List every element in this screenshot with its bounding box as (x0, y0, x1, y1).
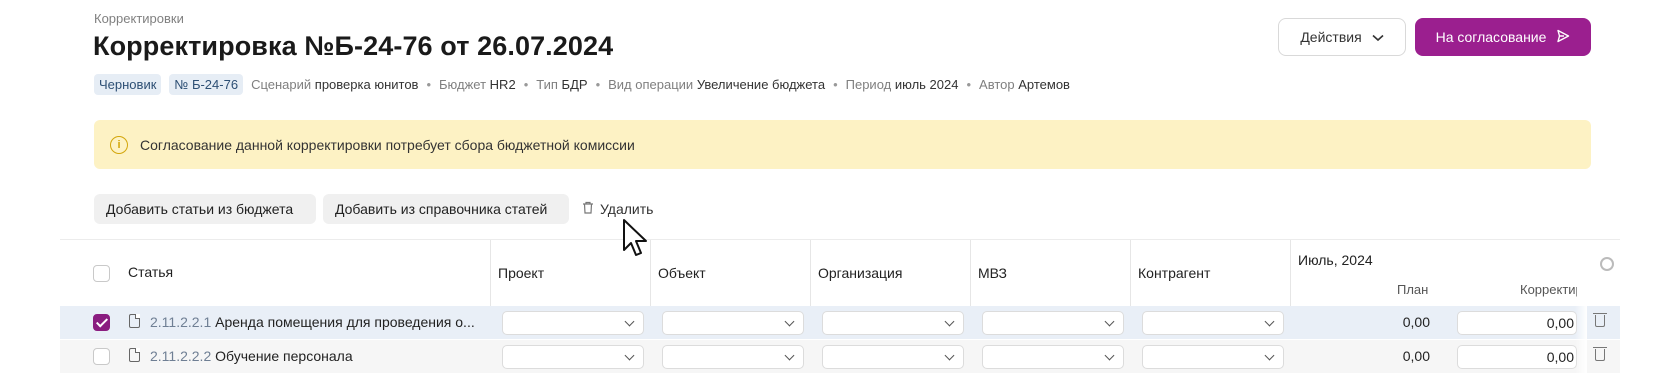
scroll-fade (1575, 299, 1587, 373)
warning-alert: i Согласование данной корректировки потр… (94, 120, 1591, 169)
chevron-down-icon (624, 350, 635, 361)
mvz-select[interactable] (982, 311, 1124, 335)
counterparty-select[interactable] (1142, 345, 1284, 369)
info-icon: i (110, 135, 128, 154)
col-item[interactable]: Статья (128, 264, 173, 280)
meta-operation: Вид операции Увеличение бюджета (608, 76, 826, 92)
document-icon (129, 314, 140, 328)
document-icon (129, 348, 140, 362)
table-row[interactable]: 2.11.2.2.1 Аренда помещения для проведен… (60, 306, 1620, 339)
alert-text: Согласование данной корректировки потреб… (140, 136, 635, 153)
counterparty-select[interactable] (1142, 311, 1284, 335)
select-all-checkbox[interactable] (93, 265, 110, 282)
add-from-catalog-label: Добавить из справочника статей (335, 201, 548, 217)
chevron-down-icon (1264, 316, 1275, 327)
chevron-down-icon (784, 350, 795, 361)
col-object[interactable]: Объект (658, 265, 706, 281)
col-project[interactable]: Проект (498, 265, 544, 281)
col-counterparty[interactable]: Контрагент (1138, 265, 1210, 281)
plan-value: 0,00 (1402, 314, 1430, 330)
row-item: 2.11.2.2.1 Аренда помещения для проведен… (150, 314, 475, 330)
meta-scenario: Сценарий проверка юнитов (251, 76, 419, 92)
table-row[interactable]: 2.11.2.2.2 Обучение персонала 0,00 0,00 (60, 340, 1620, 373)
trash-icon (582, 201, 594, 217)
trash-icon[interactable] (1593, 347, 1607, 361)
table-header: Статья Проект Объект Организация МВЗ Кон… (60, 239, 1620, 307)
row-checkbox[interactable] (93, 348, 110, 365)
meta-type: Тип БДР (536, 76, 588, 92)
send-icon (1556, 29, 1570, 46)
row-item: 2.11.2.2.2 Обучение персонала (150, 348, 353, 364)
row-checkbox[interactable] (93, 314, 110, 331)
mvz-select[interactable] (982, 345, 1124, 369)
page-title: Корректировка №Б-24-76 от 26.07.2024 (93, 31, 614, 61)
chevron-down-icon (624, 316, 635, 327)
mouse-cursor-icon (622, 218, 650, 263)
chevron-down-icon (1264, 350, 1275, 361)
approve-button[interactable]: На согласование (1415, 18, 1591, 56)
corrections-table: Статья Проект Объект Организация МВЗ Кон… (60, 239, 1620, 373)
chevron-down-icon (1104, 316, 1115, 327)
chevron-down-icon (944, 316, 955, 327)
meta-author: Автор Артемов (979, 76, 1070, 92)
correction-input[interactable]: 0,00 (1457, 311, 1577, 335)
col-plan: План (1397, 282, 1429, 297)
chevron-down-icon (784, 316, 795, 327)
organization-select[interactable] (822, 311, 964, 335)
correction-input[interactable]: 0,00 (1457, 345, 1577, 369)
object-select[interactable] (662, 345, 804, 369)
meta-bar: Черновик № Б-24-76 Сценарий проверка юни… (94, 73, 1070, 95)
trash-icon[interactable] (1593, 313, 1607, 327)
add-from-budget-button[interactable]: Добавить статьи из бюджета (94, 194, 316, 224)
number-badge: № Б-24-76 (169, 73, 244, 95)
page: Корректировки Корректировка №Б-24-76 от … (0, 0, 1680, 373)
col-correction: Корректир (1520, 282, 1577, 297)
add-from-budget-label: Добавить статьи из бюджета (106, 201, 294, 217)
actions-button[interactable]: Действия (1278, 18, 1406, 56)
col-organization[interactable]: Организация (818, 265, 902, 281)
plan-value: 0,00 (1402, 348, 1430, 364)
approve-button-label: На согласование (1435, 29, 1547, 45)
breadcrumb[interactable]: Корректировки (94, 11, 184, 26)
delete-label: Удалить (600, 201, 654, 217)
chevron-down-icon (1372, 29, 1384, 45)
actions-button-label: Действия (1300, 29, 1362, 45)
chevron-down-icon (1104, 350, 1115, 361)
add-from-catalog-button[interactable]: Добавить из справочника статей (323, 194, 569, 224)
meta-budget: Бюджет HR2 (439, 76, 516, 92)
project-select[interactable] (502, 311, 644, 335)
col-period: Июль, 2024 (1298, 252, 1373, 268)
object-select[interactable] (662, 311, 804, 335)
col-mvz[interactable]: МВЗ (978, 265, 1007, 281)
chevron-down-icon (944, 350, 955, 361)
status-badge: Черновик (94, 73, 162, 95)
meta-period: Период июль 2024 (845, 76, 959, 92)
gear-icon[interactable] (1600, 257, 1614, 271)
organization-select[interactable] (822, 345, 964, 369)
project-select[interactable] (502, 345, 644, 369)
